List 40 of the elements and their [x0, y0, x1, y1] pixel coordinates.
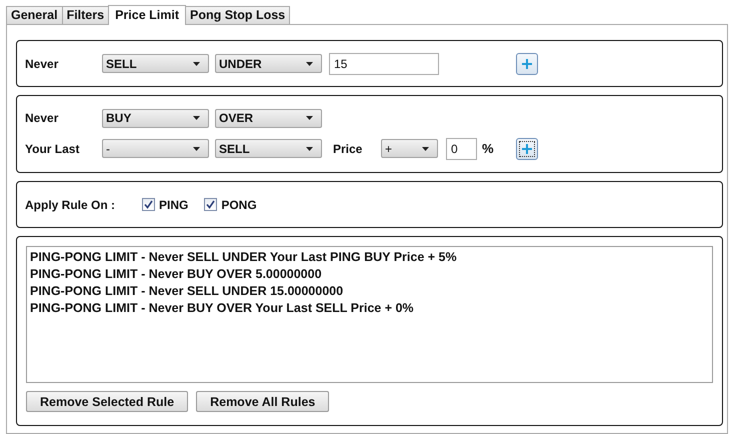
- checkbox-label: PING: [159, 198, 188, 212]
- plus-icon: [522, 144, 532, 154]
- remove-all-button[interactable]: Remove All Rules: [196, 391, 330, 412]
- rule-item[interactable]: PING-PONG LIMIT - Never BUY OVER Your Last SELL Price + 0%: [30, 300, 709, 317]
- dropdown[interactable]: +: [381, 139, 438, 158]
- rule-item[interactable]: PING-PONG LIMIT - Never SELL UNDER 15.00000000: [30, 283, 709, 300]
- tab[interactable]: Filters: [62, 6, 110, 24]
- caret-icon: [306, 62, 313, 66]
- checkbox-label: PONG: [221, 198, 257, 212]
- dropdown[interactable]: -: [102, 139, 209, 158]
- rules-list[interactable]: [26, 246, 713, 383]
- caret-icon: [193, 146, 200, 150]
- remove-selected-button[interactable]: Remove Selected Rule: [26, 391, 188, 412]
- apply-label: Apply Rule On :: [25, 198, 116, 212]
- caret-icon: [306, 146, 313, 150]
- tab[interactable]: General: [6, 6, 63, 24]
- row-label: Your Last: [25, 142, 80, 156]
- add-button[interactable]: [516, 138, 538, 160]
- dropdown[interactable]: SELL: [102, 54, 209, 73]
- caret-icon: [422, 146, 429, 150]
- caret-icon: [193, 62, 200, 66]
- checkbox[interactable]: [204, 198, 218, 211]
- rule-item[interactable]: PING-PONG LIMIT - Never BUY OVER 5.00000000: [30, 266, 709, 283]
- checkbox[interactable]: [142, 198, 155, 211]
- caret-icon: [306, 116, 313, 120]
- dropdown[interactable]: SELL: [215, 139, 322, 158]
- dropdown[interactable]: OVER: [215, 108, 322, 128]
- percent-field[interactable]: 0: [446, 138, 477, 160]
- dropdown[interactable]: UNDER: [215, 54, 322, 73]
- row-label: Never: [25, 111, 60, 125]
- price-label: Price: [333, 142, 364, 156]
- rule-item[interactable]: PING-PONG LIMIT - Never SELL UNDER Your Last PING BUY Price + 5%: [30, 249, 709, 266]
- percent-label: %: [482, 141, 495, 156]
- tab[interactable]: Price Limit: [108, 5, 186, 25]
- plus-icon: [522, 58, 532, 68]
- caret-icon: [193, 116, 200, 120]
- dropdown[interactable]: BUY: [102, 108, 209, 128]
- value-field[interactable]: 15: [329, 52, 439, 74]
- tab[interactable]: Pong Stop Loss: [185, 6, 290, 24]
- row-label: Never: [25, 56, 60, 70]
